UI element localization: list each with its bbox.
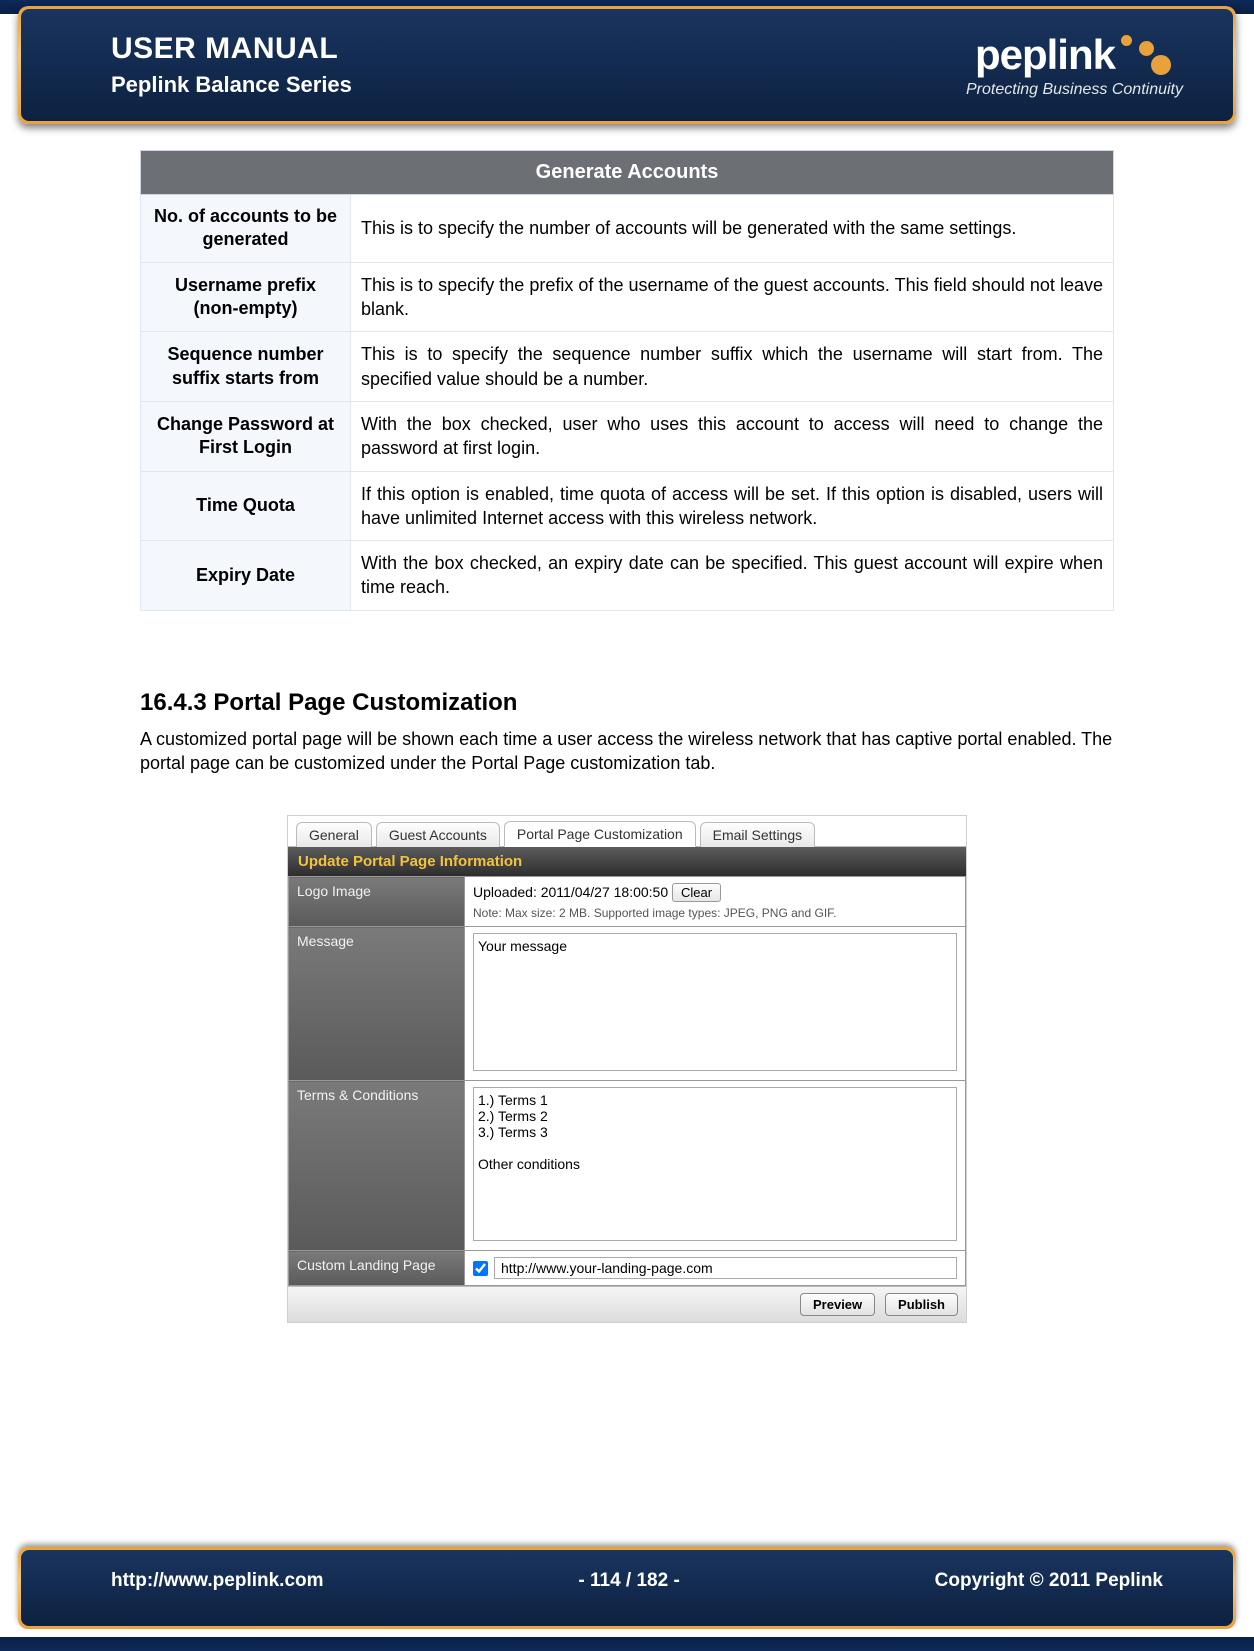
- tab-general[interactable]: General: [296, 822, 372, 847]
- publish-button[interactable]: Publish: [885, 1293, 958, 1316]
- logo-image-label: Logo Image: [289, 877, 465, 927]
- row-desc: If this option is enabled, time quota of…: [351, 471, 1114, 541]
- generate-accounts-table: Generate Accounts No. of accounts to be …: [140, 150, 1114, 611]
- footer-copyright: Copyright © 2011 Peplink: [935, 1570, 1163, 1592]
- row-desc: This is to specify the number of account…: [351, 195, 1114, 263]
- footer-url: http://www.peplink.com: [111, 1570, 324, 1592]
- table-title: Generate Accounts: [141, 151, 1114, 195]
- panel-title: Update Portal Page Information: [288, 847, 966, 876]
- table-row: Sequence number suffix starts from This …: [141, 332, 1114, 402]
- table-row: Change Password at First Login With the …: [141, 401, 1114, 471]
- preview-button[interactable]: Preview: [800, 1293, 875, 1316]
- row-desc: This is to specify the sequence number s…: [351, 332, 1114, 402]
- row-label: Time Quota: [141, 471, 351, 541]
- tab-email-settings[interactable]: Email Settings: [700, 822, 815, 847]
- row-desc: With the box checked, an expiry date can…: [351, 541, 1114, 611]
- brand-name: peplink: [975, 31, 1115, 79]
- brand-logo: peplink Protecting Business Continuity: [966, 31, 1183, 99]
- landing-checkbox[interactable]: [473, 1261, 488, 1276]
- row-label: Sequence number suffix starts from: [141, 332, 351, 402]
- message-textarea[interactable]: [473, 933, 957, 1071]
- tab-portal-page-customization[interactable]: Portal Page Customization: [504, 821, 696, 847]
- table-row: Time Quota If this option is enabled, ti…: [141, 471, 1114, 541]
- logo-note: Note: Max size: 2 MB. Supported image ty…: [473, 906, 957, 920]
- section-heading: 16.4.3 Portal Page Customization: [140, 689, 1114, 717]
- landing-label: Custom Landing Page: [289, 1251, 465, 1286]
- doc-title: USER MANUAL: [111, 32, 352, 66]
- tabs-row: General Guest Accounts Portal Page Custo…: [288, 816, 966, 847]
- page-footer: http://www.peplink.com - 114 / 182 - Cop…: [18, 1547, 1236, 1629]
- table-row: Expiry Date With the box checked, an exp…: [141, 541, 1114, 611]
- footer-page: - 114 / 182 -: [578, 1570, 679, 1592]
- table-row: Username prefix (non-empty) This is to s…: [141, 262, 1114, 332]
- page-header: USER MANUAL Peplink Balance Series pepli…: [18, 6, 1236, 124]
- table-row: No. of accounts to be generated This is …: [141, 195, 1114, 263]
- brand-tagline: Protecting Business Continuity: [966, 81, 1183, 99]
- brand-dots-icon: [1111, 31, 1183, 79]
- tab-guest-accounts[interactable]: Guest Accounts: [376, 822, 500, 847]
- row-label: Expiry Date: [141, 541, 351, 611]
- row-label: Username prefix (non-empty): [141, 262, 351, 332]
- row-label: No. of accounts to be generated: [141, 195, 351, 263]
- row-label: Change Password at First Login: [141, 401, 351, 471]
- doc-subtitle: Peplink Balance Series: [111, 72, 352, 98]
- row-desc: This is to specify the prefix of the use…: [351, 262, 1114, 332]
- portal-customization-screenshot: General Guest Accounts Portal Page Custo…: [287, 815, 967, 1323]
- message-label: Message: [289, 927, 465, 1081]
- row-desc: With the box checked, user who uses this…: [351, 401, 1114, 471]
- logo-uploaded-value: Uploaded: 2011/04/27 18:00:50: [473, 884, 668, 900]
- terms-label: Terms & Conditions: [289, 1081, 465, 1251]
- landing-url-input[interactable]: [494, 1257, 957, 1279]
- section-paragraph: A customized portal page will be shown e…: [140, 727, 1114, 776]
- terms-textarea[interactable]: [473, 1087, 957, 1241]
- clear-button[interactable]: Clear: [672, 883, 721, 902]
